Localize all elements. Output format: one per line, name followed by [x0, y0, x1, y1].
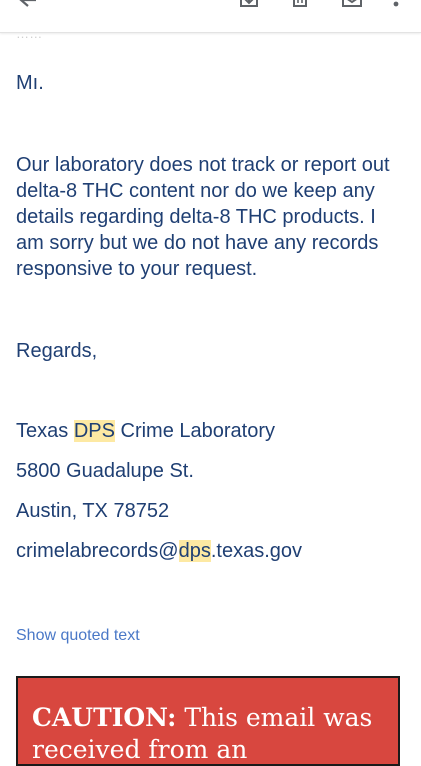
- show-quoted-text-link[interactable]: Show quoted text: [16, 627, 140, 645]
- caution-text: CAUTION: This email was received from an: [32, 702, 392, 766]
- greeting: Mı.: [16, 72, 44, 94]
- back-arrow-icon[interactable]: [16, 0, 40, 14]
- email-prefix: crimelabrecords@: [16, 540, 179, 562]
- caution-label: CAUTION:: [32, 703, 177, 732]
- trash-icon[interactable]: [288, 0, 312, 14]
- signature-address-1: 5800 Guadalupe St.: [16, 460, 194, 482]
- email-highlight: dps: [178, 540, 211, 562]
- download-icon[interactable]: [237, 0, 261, 14]
- email-body: Mı. Our laboratory does not track or rep…: [16, 70, 408, 564]
- org-suffix: Crime Laboratory: [114, 420, 275, 442]
- org-highlight: DPS: [73, 420, 115, 442]
- caution-banner: CAUTION: This email was received from an: [16, 676, 400, 766]
- mail-icon[interactable]: [340, 0, 364, 14]
- signature-org: Texas DPS Crime Laboratory: [16, 418, 408, 444]
- signature-address-2: Austin, TX 78752: [16, 500, 170, 522]
- more-vert-icon[interactable]: [390, 0, 402, 14]
- email-paragraph: Our laboratory does not track or report …: [16, 154, 390, 280]
- email-suffix: .texas.gov: [210, 540, 302, 562]
- signature: Texas DPS Crime Laboratory 5800 Guadalup…: [16, 418, 408, 564]
- closing: Regards,: [16, 340, 98, 362]
- top-toolbar: [0, 0, 421, 33]
- org-prefix: Texas: [16, 420, 74, 442]
- signature-email-link[interactable]: crimelabrecords@dps.texas.gov: [16, 538, 408, 564]
